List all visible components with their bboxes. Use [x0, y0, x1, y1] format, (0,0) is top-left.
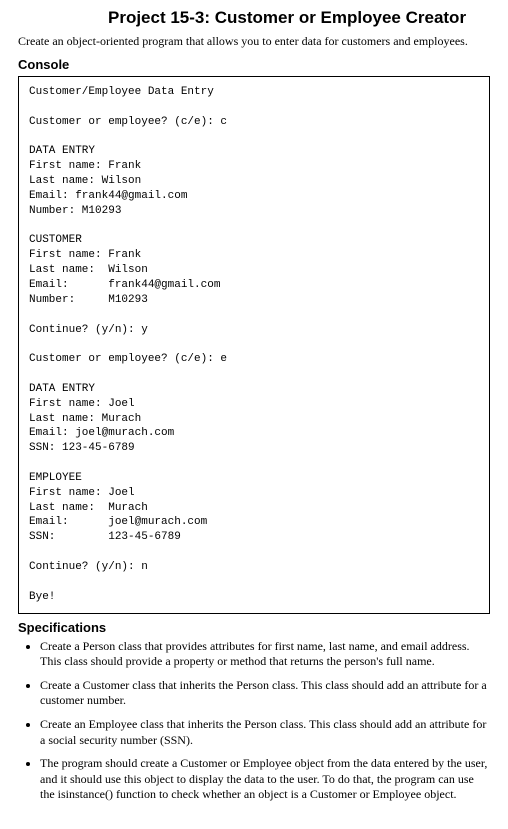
console-heading: Console — [18, 57, 490, 72]
spec-item: Create a Person class that provides attr… — [40, 639, 490, 670]
project-title: Project 15-3: Customer or Employee Creat… — [18, 8, 490, 28]
spec-item: Create an Employee class that inherits t… — [40, 717, 490, 748]
specs-heading: Specifications — [18, 620, 490, 635]
spec-item: The program should create a Customer or … — [40, 756, 490, 803]
console-output: Customer/Employee Data Entry Customer or… — [18, 76, 490, 614]
specs-list: Create a Person class that provides attr… — [18, 639, 490, 803]
intro-text: Create an object-oriented program that a… — [18, 34, 490, 49]
spec-item: Create a Customer class that inherits th… — [40, 678, 490, 709]
